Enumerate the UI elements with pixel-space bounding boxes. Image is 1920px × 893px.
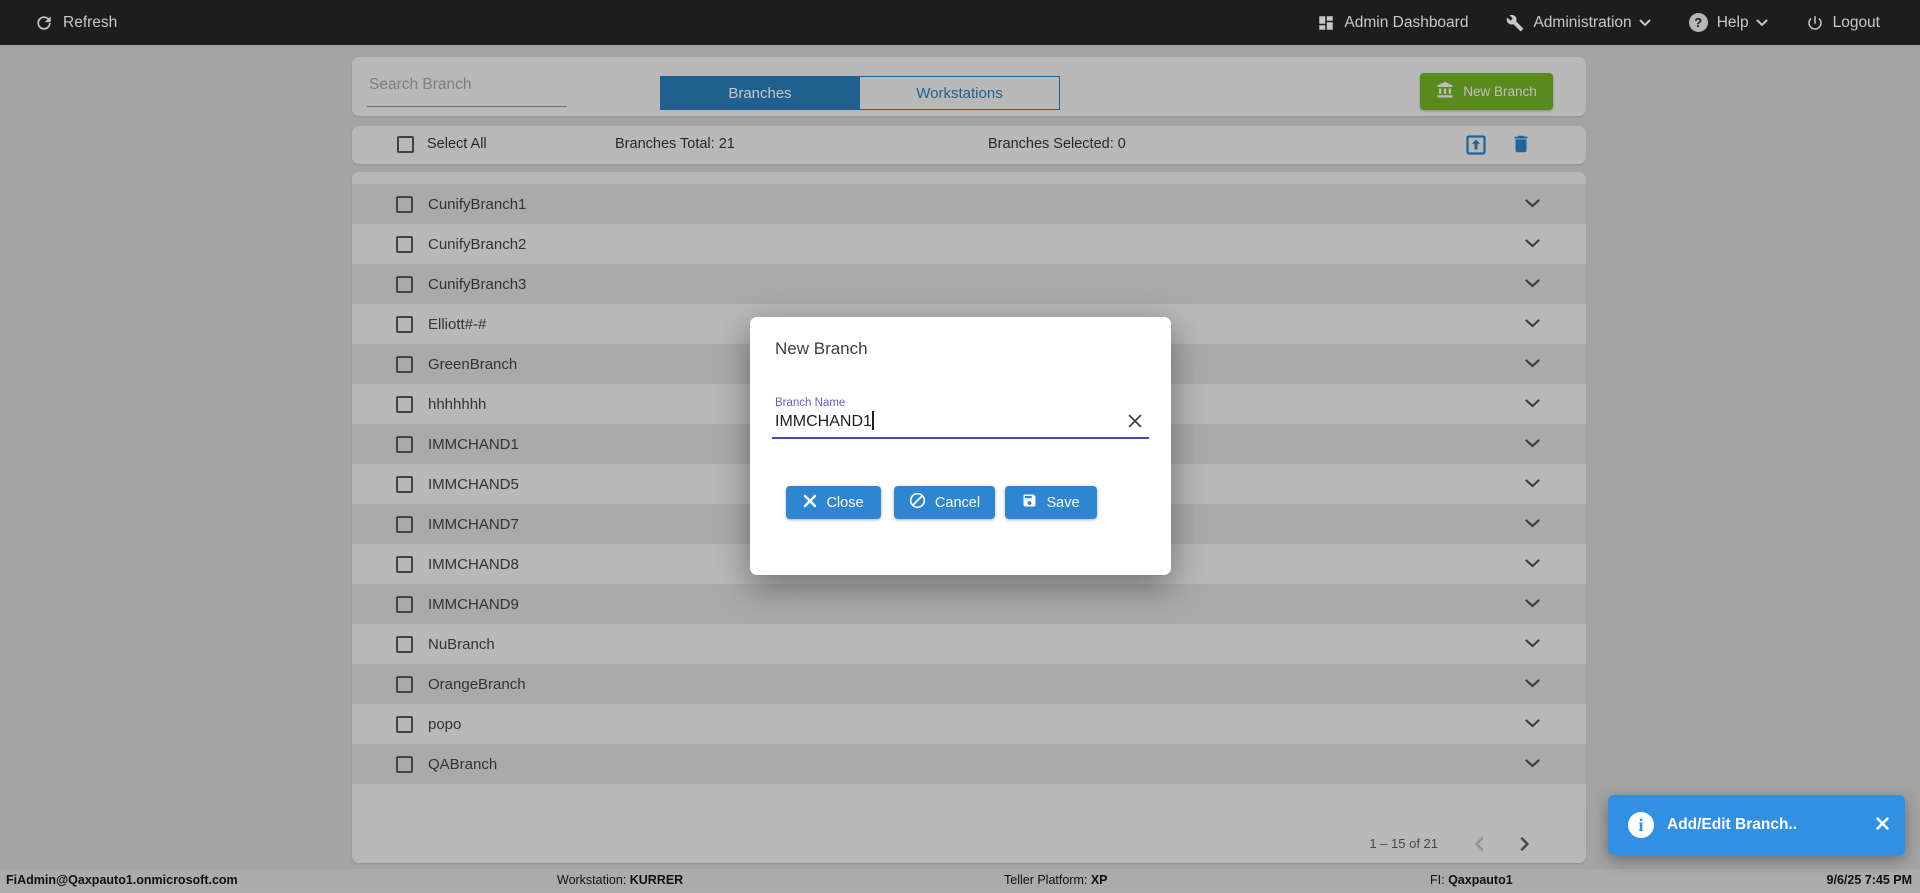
toast-close-button[interactable] <box>1876 817 1889 833</box>
close-button[interactable]: Close <box>786 486 881 519</box>
save-floppy-icon <box>1022 493 1037 512</box>
close-x-icon <box>803 494 817 512</box>
close-button-label: Close <box>826 494 864 511</box>
new-branch-dialog: New Branch Branch Name Close Cancel <box>750 317 1171 575</box>
branch-name-input[interactable] <box>775 410 1105 434</box>
dialog-title: New Branch <box>775 339 868 358</box>
save-button-label: Save <box>1046 494 1080 511</box>
admin-dashboard-screen: Refresh Admin Dashboard Administration ?… <box>0 0 1920 893</box>
info-icon: i <box>1628 812 1654 838</box>
input-underline <box>772 437 1149 439</box>
close-x-icon <box>1127 414 1143 432</box>
clear-input-button[interactable] <box>1127 413 1143 432</box>
text-cursor <box>872 411 874 430</box>
branch-name-label: Branch Name <box>775 397 846 409</box>
cancel-button-label: Cancel <box>934 494 981 511</box>
block-icon <box>909 492 926 513</box>
save-button[interactable]: Save <box>1005 486 1097 519</box>
close-x-icon <box>1876 817 1889 833</box>
toast-message: Add/Edit Branch.. <box>1667 816 1798 833</box>
toast-notification: i Add/Edit Branch.. <box>1608 795 1905 855</box>
cancel-button[interactable]: Cancel <box>894 486 995 519</box>
